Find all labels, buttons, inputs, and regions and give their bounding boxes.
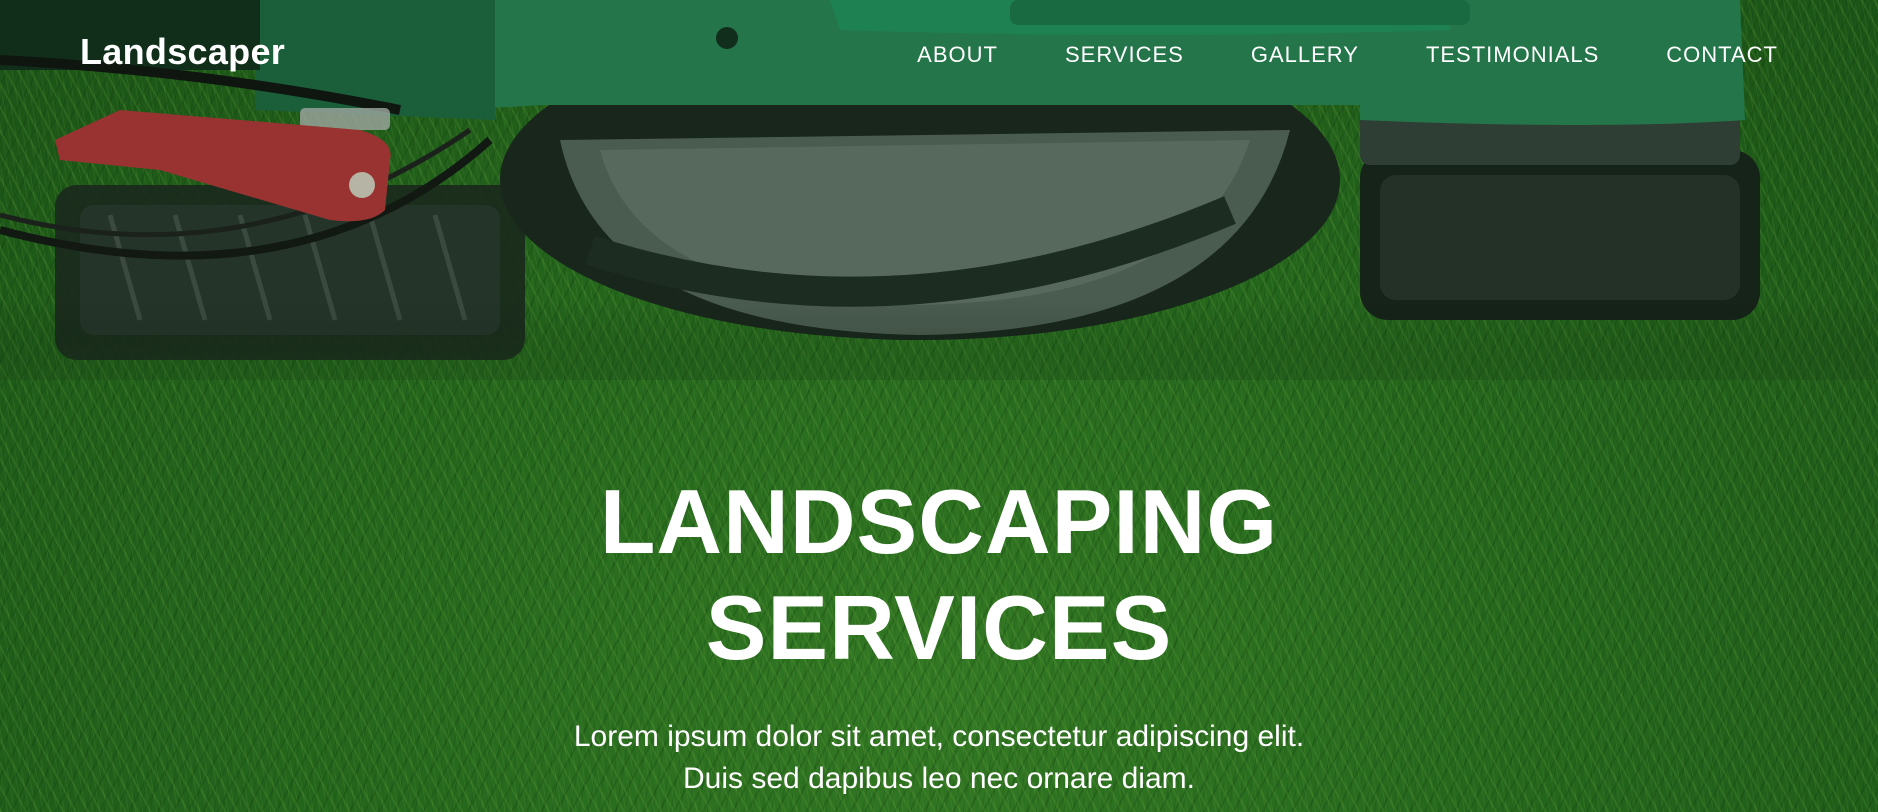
nav-link-testimonials[interactable]: TESTIMONIALS (1426, 42, 1599, 67)
nav-link-about[interactable]: ABOUT (917, 42, 998, 67)
hero-subtitle-line-2: Duis sed dapibus leo nec ornare diam. (683, 762, 1195, 795)
hero-subtitle-line-1: Lorem ipsum dolor sit amet, consectetur … (573, 720, 1305, 753)
nav-item-services: SERVICES (1065, 42, 1184, 68)
nav-menu: ABOUT SERVICES GALLERY TESTIMONIALS CONT… (850, 42, 1778, 68)
nav-link-services[interactable]: SERVICES (1065, 42, 1184, 67)
nav-item-contact: CONTACT (1666, 42, 1778, 68)
top-navbar: Landscaper ABOUT SERVICES GALLERY TESTIM… (0, 0, 1878, 110)
hero-title-line-1: LANDSCAPING (599, 472, 1279, 573)
nav-item-about: ABOUT (917, 42, 998, 68)
hero-title-line-2: SERVICES (705, 578, 1173, 679)
nav-item-testimonials: TESTIMONIALS (1426, 42, 1599, 68)
nav-item-gallery: GALLERY (1251, 42, 1359, 68)
hero-subtitle: Lorem ipsum dolor sit amet, consectetur … (0, 716, 1878, 800)
hero-section: Landscaper ABOUT SERVICES GALLERY TESTIM… (0, 0, 1878, 812)
hero-title: LANDSCAPING SERVICES (0, 470, 1878, 682)
brand-logo-link[interactable]: Landscaper (80, 31, 285, 73)
nav-link-gallery[interactable]: GALLERY (1251, 42, 1359, 67)
nav-link-contact[interactable]: CONTACT (1666, 42, 1778, 67)
hero-content: LANDSCAPING SERVICES Lorem ipsum dolor s… (0, 470, 1878, 800)
